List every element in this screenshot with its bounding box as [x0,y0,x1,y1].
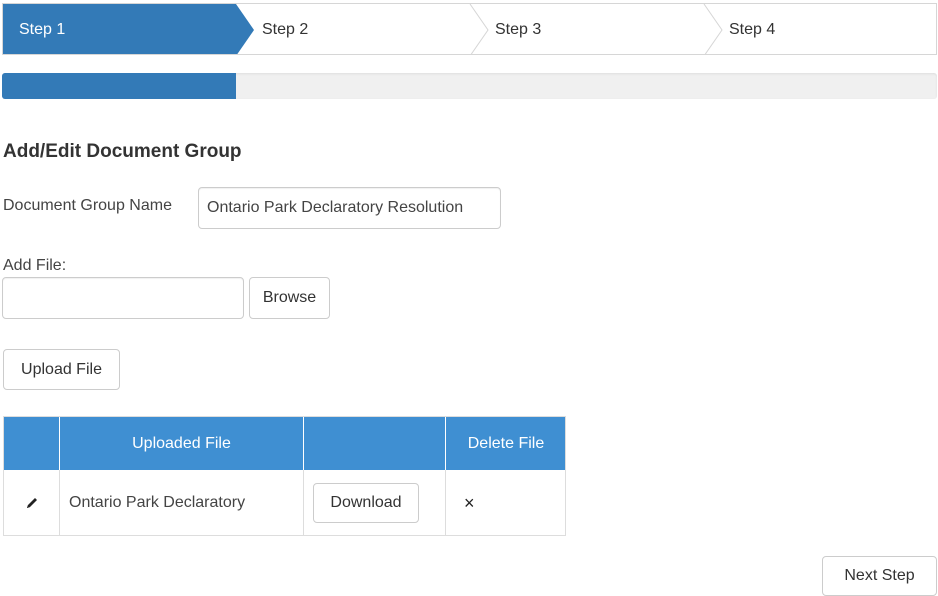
add-file-label: Add File: [3,257,67,274]
table-header-uploaded-file: Uploaded File [60,417,304,470]
wizard-steps: Step 1 Step 2 Step 3 Step 4 [2,3,937,55]
table-header-download [304,417,446,470]
download-cell: Download [304,470,446,536]
wizard-arrows [3,4,723,54]
progress-bar [2,73,937,99]
download-button[interactable]: Download [313,483,419,523]
table-header-delete-file: Delete File [467,434,545,452]
upload-file-button[interactable]: Upload File [3,349,120,390]
step-1[interactable]: Step 1 [19,20,65,40]
browse-button[interactable]: Browse [249,277,330,319]
table-header-edit [4,417,60,470]
file-name-cell: Ontario Park Declaratory [60,470,304,536]
table-header-row: Uploaded File Delete File [4,417,565,470]
delete-cell: × [446,470,566,536]
step-separator-2-3 [469,4,489,54]
page-title: Add/Edit Document Group [3,141,242,162]
group-name-label: Document Group Name [3,197,172,214]
close-icon[interactable]: × [464,494,475,512]
group-name-input[interactable] [198,187,501,229]
edit-cell [4,470,60,536]
step-4[interactable]: Step 4 [729,20,775,40]
step-3[interactable]: Step 3 [495,20,541,40]
file-path-input[interactable] [2,277,244,319]
file-name: Ontario Park Declaratory [69,494,246,511]
progress-fill [2,73,236,99]
pencil-icon[interactable] [25,496,39,510]
step-2[interactable]: Step 2 [262,20,308,40]
step-separator-3-4 [703,4,723,54]
next-step-button[interactable]: Next Step [822,556,937,596]
uploaded-files-table: Uploaded File Delete File Ontario Park D… [3,416,566,536]
